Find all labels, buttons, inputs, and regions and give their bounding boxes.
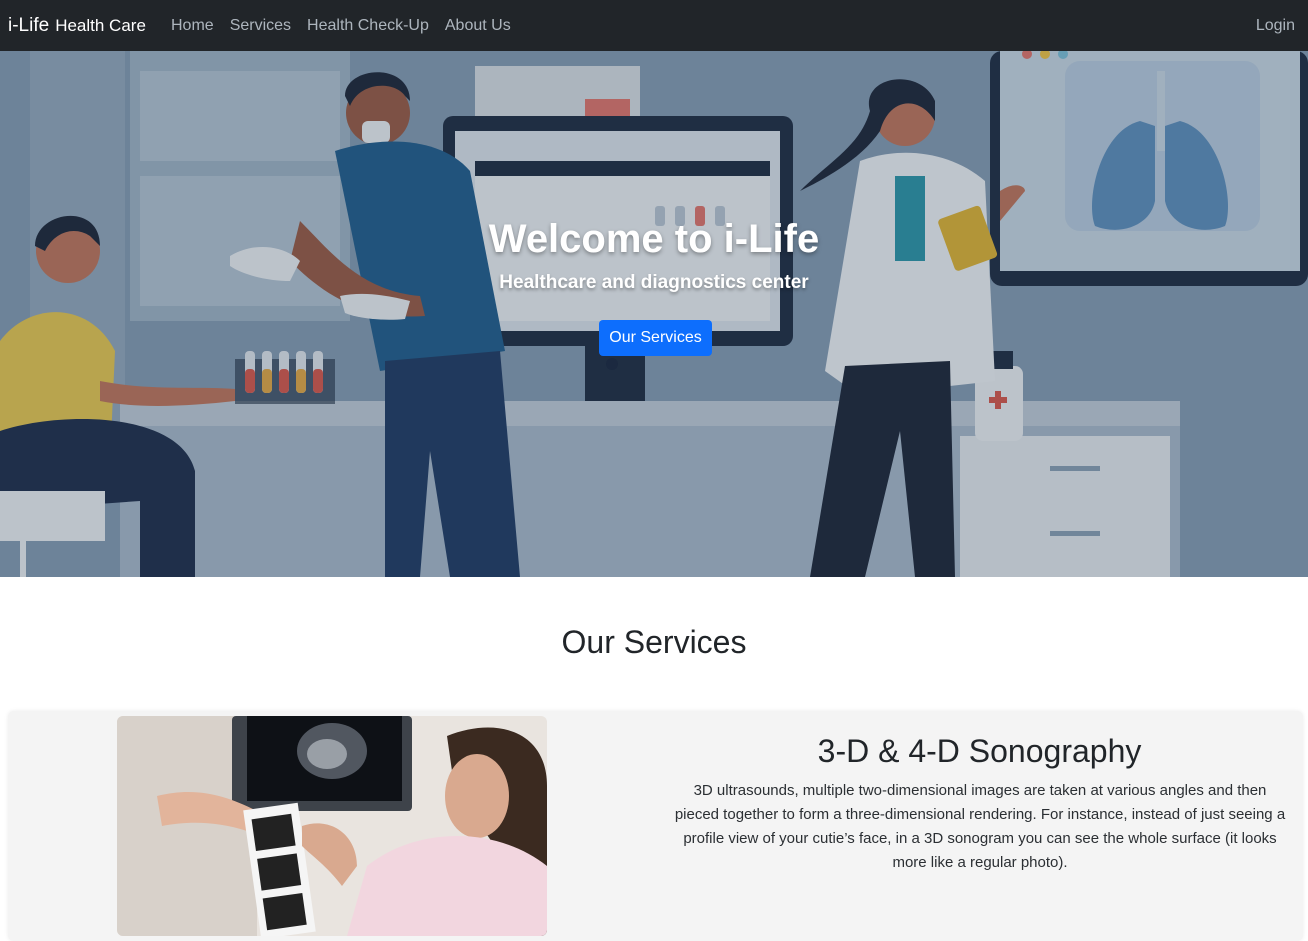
service-card: 3-D & 4-D Sonography 3D ultrasounds, mul… — [8, 711, 1303, 941]
hero-title: Welcome to i-Life — [488, 217, 820, 261]
brand-logo[interactable]: i-Life Health Care — [8, 0, 146, 51]
sonography-photo — [117, 716, 547, 936]
service-title: 3-D & 4-D Sonography — [817, 733, 1142, 769]
hero-overlay — [0, 51, 1308, 577]
nav-links: Home Services Health Check-Up About Us — [171, 0, 527, 51]
sonography-photo-illustration — [117, 716, 547, 936]
hero-banner: Welcome to i-Life Healthcare and diagnos… — [0, 51, 1308, 577]
hero-subtitle: Healthcare and diagnostics center — [499, 272, 809, 293]
nav-link-about-us[interactable]: About Us — [445, 17, 511, 35]
nav-link-services[interactable]: Services — [230, 17, 291, 35]
brand-tagline: Health Care — [55, 15, 146, 35]
navbar: i-Life Health Care Home Services Health … — [0, 0, 1308, 51]
our-services-button[interactable]: Our Services — [599, 320, 712, 356]
login-link[interactable]: Login — [1256, 0, 1295, 51]
nav-link-health-check-up[interactable]: Health Check-Up — [307, 17, 429, 35]
service-description: 3D ultrasounds, multiple two-dimensional… — [674, 782, 1286, 871]
brand-name: i-Life — [8, 14, 50, 36]
services-heading: Our Services — [561, 624, 747, 660]
carousel-indicator[interactable] — [606, 358, 618, 370]
nav-link-home[interactable]: Home — [171, 17, 214, 35]
